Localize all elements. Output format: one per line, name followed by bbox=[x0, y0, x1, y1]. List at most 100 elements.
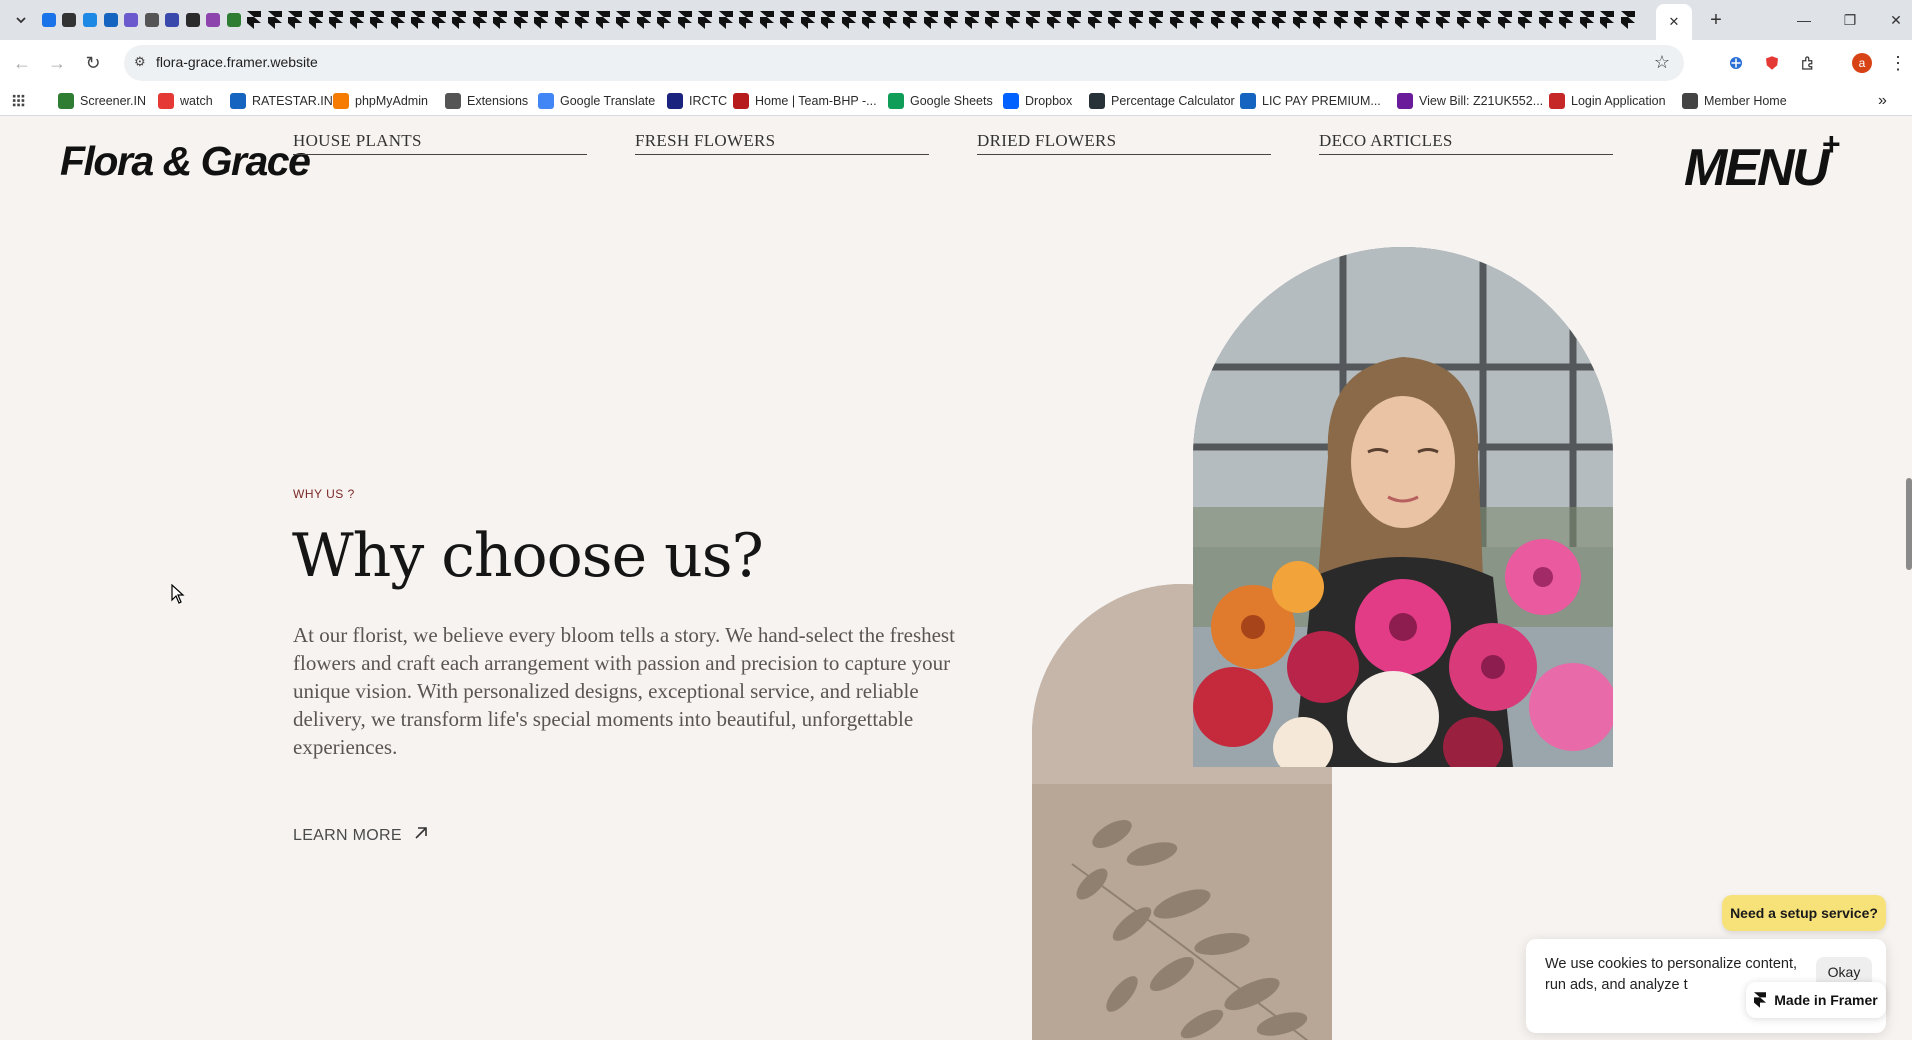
framer-tab-icon[interactable] bbox=[1352, 11, 1370, 29]
framer-tab-icon[interactable] bbox=[307, 11, 325, 29]
framer-tab-icon[interactable] bbox=[676, 11, 694, 29]
tab-search-icon[interactable] bbox=[12, 11, 30, 29]
bookmark-item[interactable]: Login Application bbox=[1549, 92, 1666, 110]
bookmark-item[interactable]: watch bbox=[158, 92, 213, 110]
bookmark-star-icon[interactable]: ☆ bbox=[1654, 52, 1670, 73]
framer-tab-icon[interactable] bbox=[860, 11, 878, 29]
framer-tab-icon[interactable] bbox=[655, 11, 673, 29]
made-in-framer-badge[interactable]: Made in Framer bbox=[1746, 982, 1886, 1018]
framer-tab-icon[interactable] bbox=[594, 11, 612, 29]
framer-tab-icon[interactable] bbox=[1496, 11, 1514, 29]
apps-grid-icon[interactable] bbox=[12, 92, 26, 110]
framer-tab-icon[interactable] bbox=[286, 11, 304, 29]
page-scrollbar[interactable] bbox=[1906, 478, 1912, 570]
bookmark-item[interactable]: Screener.IN bbox=[58, 92, 146, 110]
bookmark-item[interactable]: Extensions bbox=[445, 92, 528, 110]
framer-tab-icon[interactable] bbox=[717, 11, 735, 29]
framer-tab-icon[interactable] bbox=[901, 11, 919, 29]
reload-button[interactable]: ↻ bbox=[82, 52, 104, 74]
menu-button[interactable]: MENU bbox=[1684, 138, 1830, 198]
extensions-puzzle-icon[interactable] bbox=[1796, 51, 1820, 75]
framer-tab-icon[interactable] bbox=[1147, 11, 1165, 29]
active-tab[interactable]: ✕ bbox=[1656, 4, 1692, 40]
framer-tab-icon[interactable] bbox=[1168, 11, 1186, 29]
framer-tab-icon[interactable] bbox=[1291, 11, 1309, 29]
bookmark-item[interactable]: IRCTC bbox=[667, 92, 727, 110]
framer-tab-icon[interactable] bbox=[1434, 11, 1452, 29]
framer-tab-icon[interactable] bbox=[696, 11, 714, 29]
table-icon[interactable] bbox=[184, 11, 202, 29]
framer-tab-icon[interactable] bbox=[1065, 11, 1083, 29]
framer-tab-icon[interactable] bbox=[1598, 11, 1616, 29]
framer-tab-icon[interactable] bbox=[327, 11, 345, 29]
framer-tab-icon[interactable] bbox=[778, 11, 796, 29]
framer-tab-icon[interactable] bbox=[512, 11, 530, 29]
framer-tab-icon[interactable] bbox=[922, 11, 940, 29]
url-text[interactable]: flora-grace.framer.website bbox=[156, 54, 318, 70]
more-bookmarks-chevron-icon[interactable]: » bbox=[1878, 92, 1887, 110]
framer-tab-icon[interactable] bbox=[1045, 11, 1063, 29]
framer-tab-icon[interactable] bbox=[1024, 11, 1042, 29]
framer-w-icon[interactable] bbox=[81, 11, 99, 29]
nav-dried-flowers[interactable]: DRIED FLOWERS bbox=[977, 131, 1271, 155]
swirl-icon[interactable] bbox=[143, 11, 161, 29]
bookmark-item[interactable]: View Bill: Z21UK552... bbox=[1397, 92, 1543, 110]
more-menu-icon[interactable]: ⋮ bbox=[1886, 51, 1910, 75]
framer-tab-icon[interactable] bbox=[1188, 11, 1206, 29]
framer-tab-icon[interactable] bbox=[1557, 11, 1575, 29]
close-tab-icon[interactable]: ✕ bbox=[1669, 14, 1680, 30]
framer-tab-icon[interactable] bbox=[1311, 11, 1329, 29]
framer-tab-icon[interactable] bbox=[614, 11, 632, 29]
framer-tab-icon[interactable] bbox=[491, 11, 509, 29]
leaf-icon[interactable] bbox=[225, 11, 243, 29]
framer-tab-icon[interactable] bbox=[450, 11, 468, 29]
framer-tab-icon[interactable] bbox=[368, 11, 386, 29]
nav-fresh-flowers[interactable]: FRESH FLOWERS bbox=[635, 131, 929, 155]
restore-button[interactable]: ❐ bbox=[1828, 8, 1872, 32]
framer-tab-icon[interactable] bbox=[245, 11, 263, 29]
framer-tab-icon[interactable] bbox=[1373, 11, 1391, 29]
framer-tab-icon[interactable] bbox=[389, 11, 407, 29]
framer-tab-icon[interactable] bbox=[1393, 11, 1411, 29]
menu-plus-icon[interactable]: + bbox=[1822, 126, 1841, 163]
framer-tab-icon[interactable] bbox=[758, 11, 776, 29]
bookmark-item[interactable]: Google Translate bbox=[538, 92, 655, 110]
framer-w-icon[interactable] bbox=[102, 11, 120, 29]
back-button[interactable]: ← bbox=[11, 52, 33, 74]
framer-tab-icon[interactable] bbox=[983, 11, 1001, 29]
wix-icon[interactable] bbox=[60, 11, 78, 29]
framer-tab-icon[interactable] bbox=[430, 11, 448, 29]
framer-tab-icon[interactable] bbox=[737, 11, 755, 29]
framer-tab-icon[interactable] bbox=[1537, 11, 1555, 29]
framer-tab-icon[interactable] bbox=[1332, 11, 1350, 29]
circle-icon[interactable] bbox=[204, 11, 222, 29]
framer-tab-icon[interactable] bbox=[1619, 11, 1637, 29]
minimize-button[interactable]: — bbox=[1782, 8, 1826, 32]
setup-service-button[interactable]: Need a setup service? bbox=[1722, 895, 1886, 931]
app-a-icon[interactable] bbox=[40, 11, 58, 29]
framer-tab-icon[interactable] bbox=[1004, 11, 1022, 29]
framer-tab-icon[interactable] bbox=[1229, 11, 1247, 29]
framer-tab-icon[interactable] bbox=[635, 11, 653, 29]
framer-tab-icon[interactable] bbox=[553, 11, 571, 29]
framer-tab-icon[interactable] bbox=[1127, 11, 1145, 29]
forward-button[interactable]: → bbox=[46, 52, 68, 74]
framer-tab-icon[interactable] bbox=[1516, 11, 1534, 29]
framer-tab-icon[interactable] bbox=[799, 11, 817, 29]
bookmark-item[interactable]: Dropbox bbox=[1003, 92, 1072, 110]
brand-logo[interactable]: Flora & Grace bbox=[60, 138, 311, 185]
bookmark-item[interactable]: Home | Team-BHP -... bbox=[733, 92, 877, 110]
framer-tab-icon[interactable] bbox=[1106, 11, 1124, 29]
nav-deco-articles[interactable]: DECO ARTICLES bbox=[1319, 131, 1613, 155]
framer-tab-icon[interactable] bbox=[1209, 11, 1227, 29]
learn-more-link[interactable]: LEARN MORE bbox=[293, 824, 430, 847]
framer-tab-icon[interactable] bbox=[532, 11, 550, 29]
framer-tab-icon[interactable] bbox=[1475, 11, 1493, 29]
bookmark-item[interactable]: Member Home bbox=[1682, 92, 1787, 110]
bookmark-item[interactable]: Percentage Calculator bbox=[1089, 92, 1235, 110]
framer-tab-icon[interactable] bbox=[819, 11, 837, 29]
framer-tab-icon[interactable] bbox=[266, 11, 284, 29]
framer-tab-icon[interactable] bbox=[881, 11, 899, 29]
framer-tab-icon[interactable] bbox=[348, 11, 366, 29]
framer-tab-icon[interactable] bbox=[471, 11, 489, 29]
